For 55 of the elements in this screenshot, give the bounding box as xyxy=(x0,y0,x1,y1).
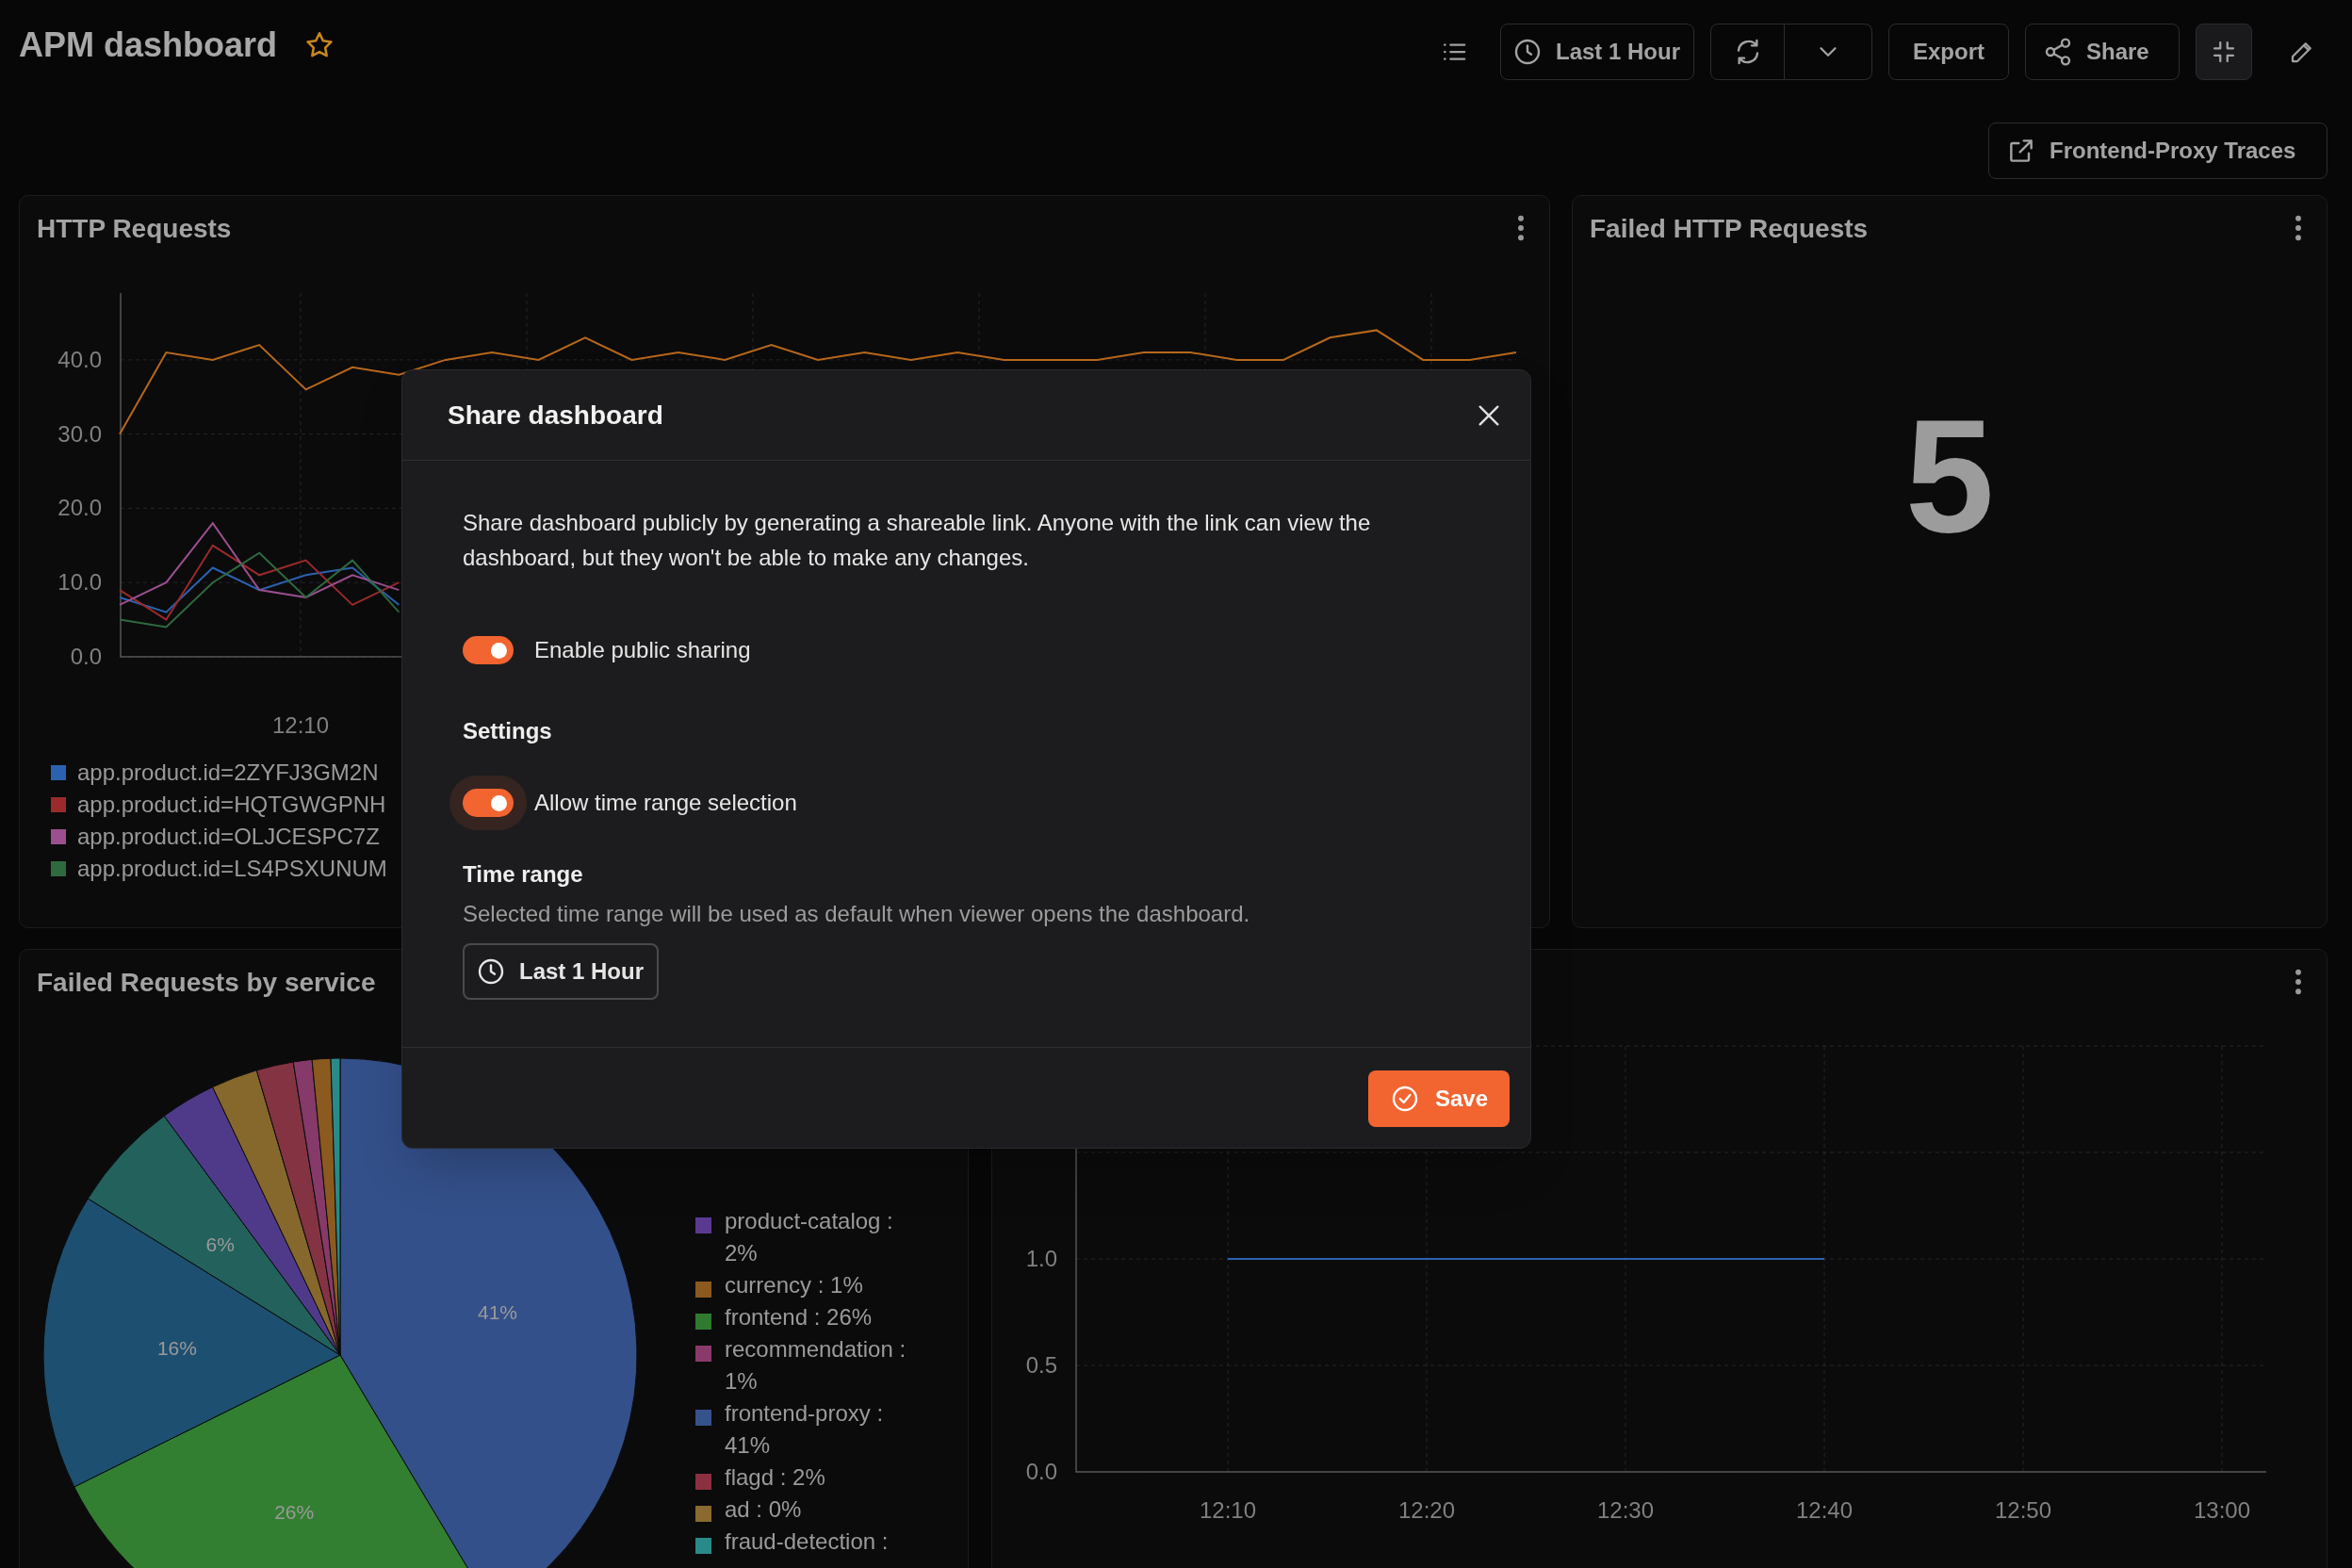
clock-icon xyxy=(476,956,506,987)
slice-label: 16% xyxy=(156,1336,197,1359)
section-heading: Settings xyxy=(463,717,552,745)
y-axis-label: 40.0 xyxy=(57,346,102,372)
collapse-button[interactable] xyxy=(2196,24,2252,80)
export-button[interactable]: Export xyxy=(1888,24,2009,80)
x-axis-label: 12:30 xyxy=(1596,1497,1655,1523)
slice-label: 41% xyxy=(477,1300,517,1323)
x-axis-label: 12:20 xyxy=(1397,1497,1456,1523)
traces-link-button[interactable]: Frontend-Proxy Traces xyxy=(1988,122,2328,179)
dialog-title: Share dashboard xyxy=(448,399,663,432)
y-axis-label: 0.5 xyxy=(1025,1352,1057,1378)
panel-title: Failed Requests by service xyxy=(37,967,376,999)
panel-title: Failed HTTP Requests xyxy=(1590,213,1869,245)
y-axis-label: 1.0 xyxy=(1025,1246,1057,1271)
legend-label: app.product.id=2ZYFJ3GM2N xyxy=(77,759,379,787)
share-icon xyxy=(2043,37,2073,67)
slice-label: 6% xyxy=(205,1233,235,1256)
legend-label: flagd : 2% xyxy=(725,1463,826,1492)
x-axis-label: 12:50 xyxy=(1994,1497,2052,1523)
stat-value: 5 xyxy=(1904,396,1995,556)
legend-label: app.product.id=HQTGWGPNH xyxy=(77,791,386,819)
legend-label: frontend : 26% xyxy=(725,1303,874,1331)
legend-label: app.product.id=OLJCESPC7Z xyxy=(77,823,380,851)
y-axis-label: 30.0 xyxy=(57,420,102,447)
toggle-switch[interactable] xyxy=(463,789,514,817)
time-range-button[interactable]: Last 1 Hour xyxy=(1500,24,1694,80)
dialog-description: Share dashboard publicly by generating a shareable link. Anyone with the link can view the dashboard, but they won't be able to make any changes. xyxy=(463,509,1372,572)
x-axis-label: 12:40 xyxy=(1795,1497,1854,1523)
toggle-switch[interactable] xyxy=(463,636,514,664)
legend-label: ad : 0% xyxy=(725,1495,803,1524)
time-range-button[interactable]: Last 1 Hour xyxy=(463,943,659,1000)
y-axis-label: 0.0 xyxy=(1025,1459,1057,1484)
dashboard-title: APM dashboard xyxy=(19,24,278,66)
share-button[interactable]: Share xyxy=(2025,24,2180,80)
kebab-menu-icon xyxy=(2295,215,2302,241)
toggle-label: Enable public sharing xyxy=(534,636,751,664)
x-axis-label: 12:10 xyxy=(271,712,330,738)
y-axis-label: 20.0 xyxy=(57,495,102,521)
clock-icon xyxy=(1512,37,1543,67)
x-axis-label: 12:10 xyxy=(1199,1497,1257,1523)
legend-label: fraud-detection : xyxy=(725,1527,890,1556)
legend-label: app.product.id=LS4PSXUNUM xyxy=(77,855,387,883)
slice-label: 26% xyxy=(274,1501,315,1524)
kebab-menu-icon xyxy=(1517,215,1525,241)
helper-text: Selected time range will be used as default when viewer opens the dashboard. xyxy=(463,900,1250,928)
x-axis-label: 13:00 xyxy=(2193,1497,2251,1523)
kebab-menu-icon xyxy=(2295,969,2302,995)
y-axis-label: 10.0 xyxy=(57,569,102,596)
refresh-button[interactable] xyxy=(1710,24,1785,80)
toggle-label: Allow time range selection xyxy=(534,789,797,817)
legend-label: currency : 1% xyxy=(725,1271,864,1299)
section-heading: Time range xyxy=(463,860,583,889)
panel-title: HTTP Requests xyxy=(37,213,232,245)
y-axis-label: 0.0 xyxy=(70,644,102,669)
